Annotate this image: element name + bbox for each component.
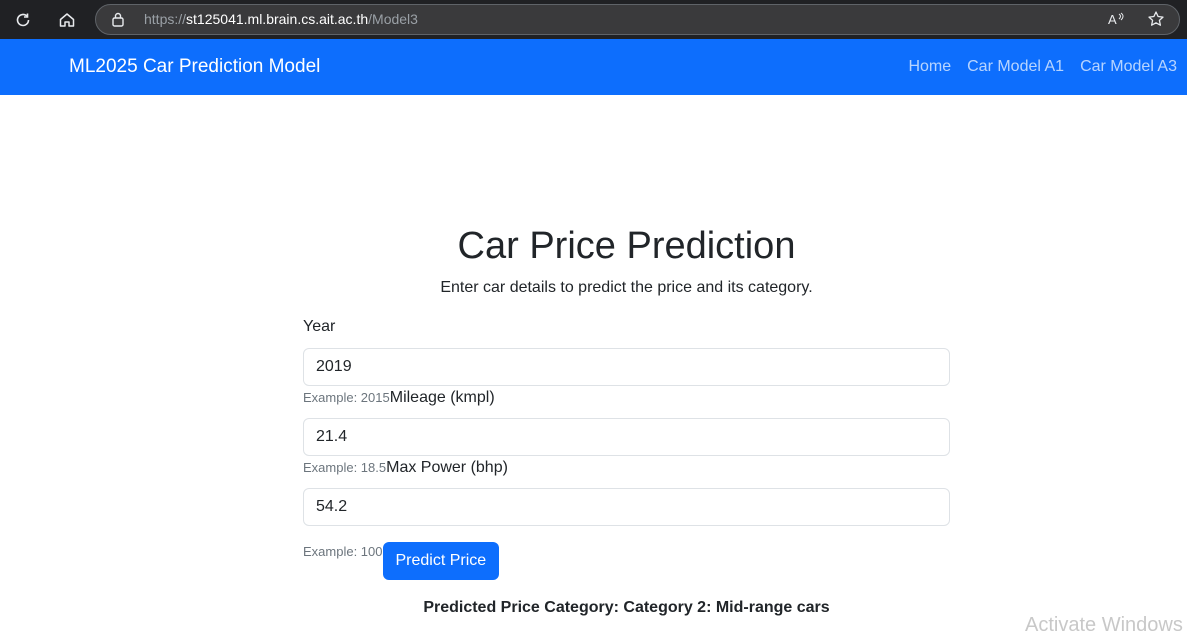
- lock-icon[interactable]: [111, 11, 125, 32]
- home-icon[interactable]: [54, 7, 80, 33]
- page-subtitle: Enter car details to predict the price a…: [440, 279, 813, 296]
- nav-link-home[interactable]: Home: [908, 58, 951, 76]
- max-power-hint: Example: 100: [303, 544, 383, 559]
- browser-toolbar: https://st125041.ml.brain.cs.ait.ac.th/M…: [0, 0, 1187, 39]
- refresh-icon[interactable]: [10, 7, 36, 33]
- predict-price-button[interactable]: Predict Price: [382, 542, 500, 580]
- mileage-label: Mileage (kmpl): [389, 389, 495, 406]
- navbar-brand[interactable]: ML2025 Car Prediction Model: [69, 56, 320, 78]
- nav-links: Home Car Model A1 Car Model A3: [908, 58, 1177, 76]
- year-label: Year: [303, 318, 336, 335]
- year-input[interactable]: [303, 348, 950, 386]
- url-text: https://st125041.ml.brain.cs.ait.ac.th/M…: [144, 11, 418, 27]
- page-title: Car Price Prediction: [457, 225, 796, 267]
- svg-text:A: A: [1108, 12, 1117, 27]
- read-aloud-icon[interactable]: A: [1107, 10, 1125, 33]
- mileage-hint: Example: 18.5: [303, 460, 387, 475]
- nav-link-car-model-a1[interactable]: Car Model A1: [967, 58, 1064, 76]
- max-power-input[interactable]: [303, 488, 950, 526]
- nav-link-car-model-a3[interactable]: Car Model A3: [1080, 58, 1177, 76]
- activate-windows-watermark: Activate Windows: [1025, 614, 1183, 636]
- max-power-label: Max Power (bhp): [386, 459, 508, 476]
- favorite-star-icon[interactable]: [1147, 10, 1165, 33]
- mileage-input[interactable]: [303, 418, 950, 456]
- prediction-result: Predicted Price Category: Category 2: Mi…: [423, 599, 830, 616]
- navbar: ML2025 Car Prediction Model Home Car Mod…: [0, 39, 1187, 95]
- address-bar[interactable]: https://st125041.ml.brain.cs.ait.ac.th/M…: [95, 4, 1180, 35]
- prediction-form: Year Example: 2015Mileage (kmpl) Example…: [303, 318, 950, 580]
- year-hint: Example: 2015: [303, 390, 390, 405]
